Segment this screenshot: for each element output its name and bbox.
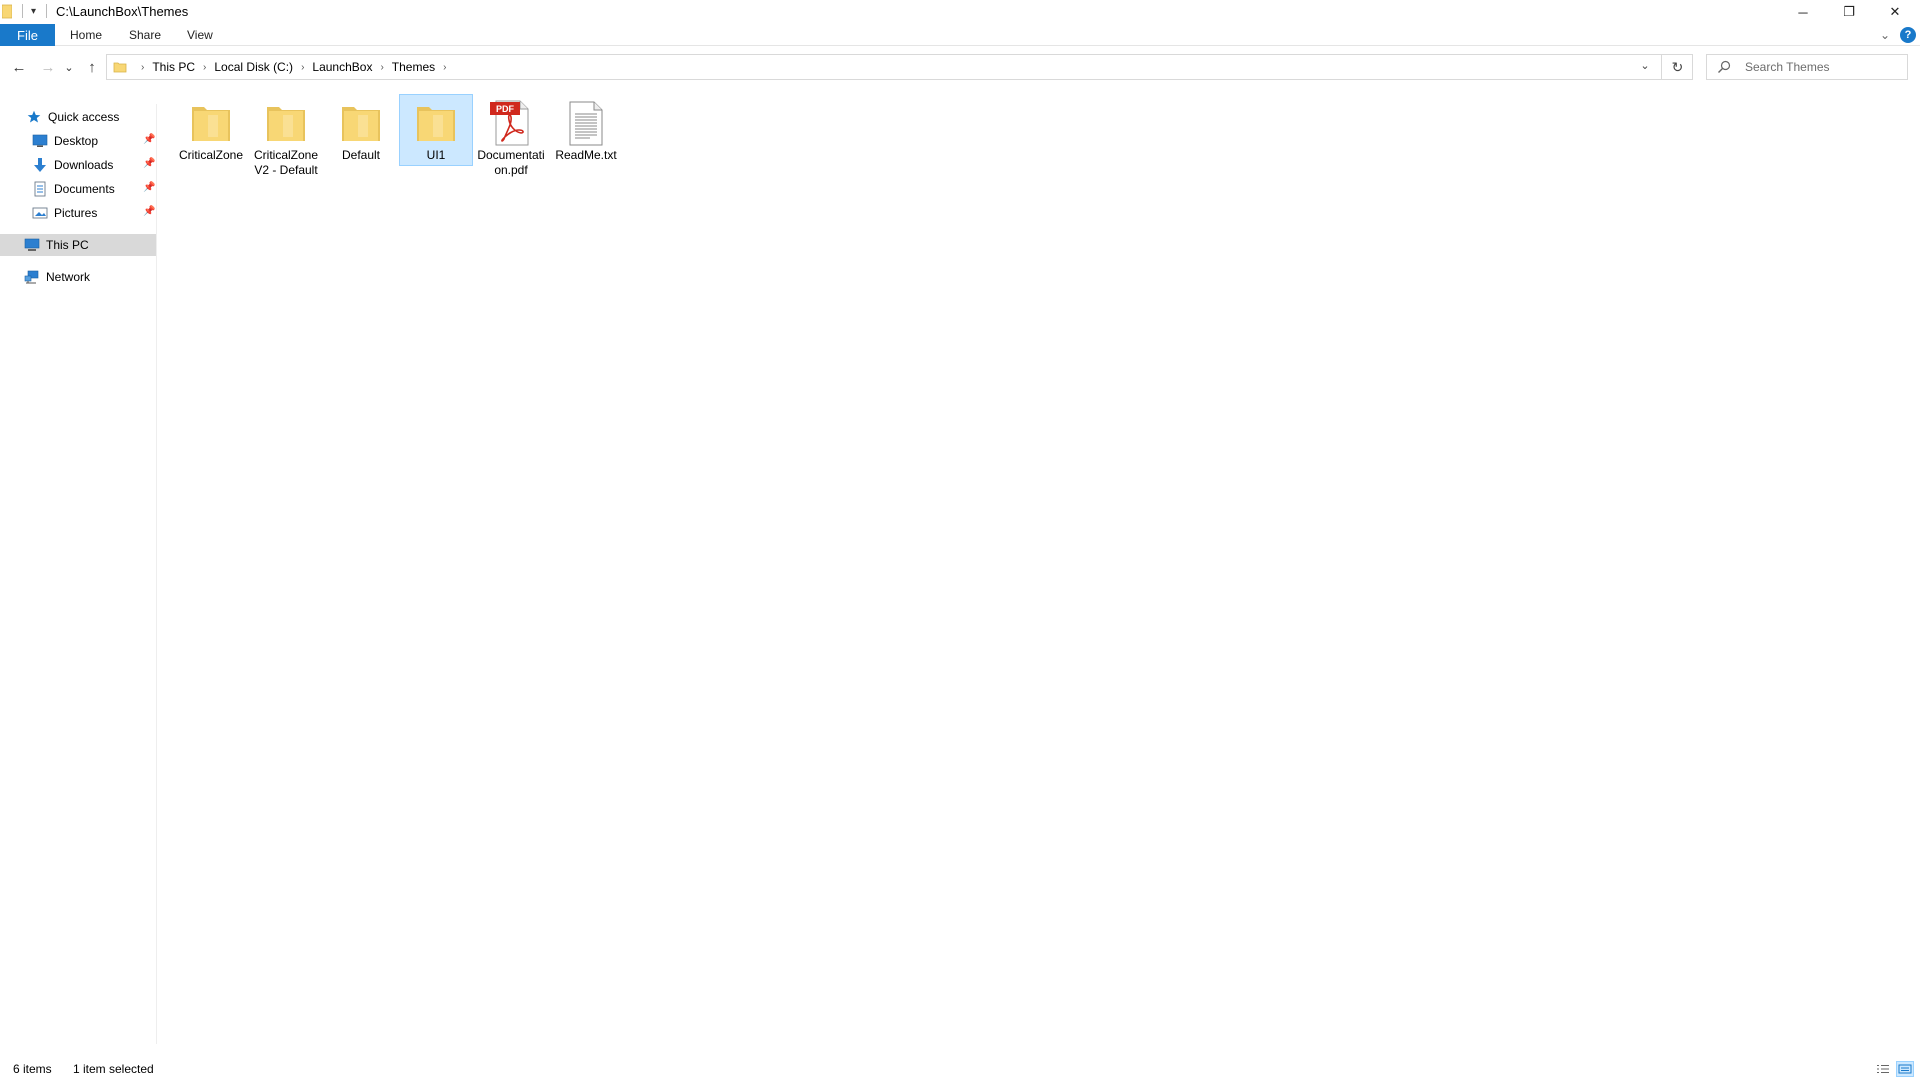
forward-button[interactable]: → (37, 56, 59, 78)
item-count: 6 items (13, 1062, 52, 1076)
downloads-icon (32, 157, 48, 173)
ribbon: File Home Share View ⌄ ? (0, 24, 1920, 46)
window-title: C:\LaunchBox\Themes (56, 4, 189, 19)
pin-icon[interactable]: 📌 (143, 206, 155, 217)
pin-icon[interactable]: 📌 (143, 182, 155, 193)
chevron-right-icon[interactable]: › (301, 62, 304, 73)
sidebar-item-label: Downloads (54, 158, 114, 172)
large-icons-view-button[interactable] (1896, 1061, 1914, 1077)
help-button[interactable]: ? (1900, 27, 1916, 43)
folder-icon (412, 99, 460, 147)
pin-icon[interactable]: 📌 (143, 134, 155, 145)
sidebar-item-quick-access[interactable]: Quick access (26, 106, 119, 128)
sidebar-item-this-pc[interactable]: This PC (0, 234, 156, 256)
file-item-default[interactable]: Default (324, 94, 398, 166)
file-item-readme-txt[interactable]: ReadMe.txt (549, 94, 623, 166)
details-view-button[interactable] (1874, 1061, 1892, 1077)
file-name: Documentation.pdf (477, 148, 545, 177)
chevron-right-icon[interactable]: › (380, 62, 383, 73)
close-button[interactable]: ✕ (1872, 0, 1918, 24)
breadcrumb-launchbox[interactable]: LaunchBox (312, 60, 372, 74)
tab-home[interactable]: Home (70, 24, 102, 46)
address-dropdown-icon[interactable]: ⌄ (1637, 59, 1653, 72)
large-icons-view-icon (1898, 1064, 1912, 1074)
selection-count: 1 item selected (73, 1062, 154, 1076)
file-item-documentation-pdf[interactable]: PDF Documentation.pdf (474, 94, 548, 181)
breadcrumb: › This PC › Local Disk (C:) › LaunchBox … (133, 55, 455, 79)
refresh-button[interactable]: ↻ (1661, 55, 1693, 79)
breadcrumb-local-disk[interactable]: Local Disk (C:) (214, 60, 293, 74)
text-file-icon (562, 99, 610, 147)
folder-icon (187, 99, 235, 147)
up-button[interactable]: ↑ (81, 56, 103, 78)
file-item-criticalzone[interactable]: CriticalZone (174, 94, 248, 166)
title-separator (46, 4, 47, 18)
folder-icon (262, 99, 310, 147)
back-button[interactable]: ← (8, 56, 30, 78)
status-bar: 6 items 1 item selected (0, 1058, 1920, 1080)
file-name: ReadMe.txt (555, 148, 617, 162)
sidebar-item-label: Pictures (54, 206, 98, 220)
pictures-icon (32, 205, 48, 221)
sidebar-item-documents[interactable]: Documents (32, 178, 115, 200)
tab-file[interactable]: File (0, 24, 55, 46)
recent-locations-button[interactable]: ⌄ (62, 56, 76, 78)
sidebar-item-desktop[interactable]: Desktop (32, 130, 98, 152)
file-item-ui1[interactable]: UI1 (399, 94, 473, 166)
sidebar-item-label: Desktop (54, 134, 99, 148)
folder-icon (337, 99, 385, 147)
quick-access-toolbar-dropdown-icon[interactable]: ▾ (31, 6, 36, 17)
pdf-file-icon: PDF (487, 99, 535, 147)
chevron-right-icon[interactable]: › (443, 62, 446, 73)
title-bar: ▾ C:\LaunchBox\Themes ─ ❐ ✕ (0, 0, 1920, 24)
folder-icon (2, 4, 12, 19)
file-list: CriticalZone CriticalZoneV2 - Default De… (158, 84, 1920, 1044)
file-name: UI1 (426, 148, 446, 162)
expand-ribbon-icon[interactable]: ⌄ (1880, 28, 1890, 42)
address-bar[interactable]: › This PC › Local Disk (C:) › LaunchBox … (106, 54, 1693, 80)
chevron-right-icon[interactable]: › (141, 62, 144, 73)
title-separator (22, 4, 23, 18)
file-item-criticalzonev2-default[interactable]: CriticalZoneV2 - Default (249, 94, 323, 181)
search-box[interactable] (1706, 54, 1908, 80)
navigation-pane: Quick access Desktop 📌 Downloads 📌 Docum… (0, 104, 157, 1044)
search-icon (1718, 60, 1731, 73)
breadcrumb-themes[interactable]: Themes (392, 60, 435, 74)
sidebar-item-downloads[interactable]: Downloads (32, 154, 113, 176)
chevron-right-icon[interactable]: › (203, 62, 206, 73)
file-name: CriticalZone (178, 148, 244, 162)
restore-button[interactable]: ❐ (1826, 0, 1872, 24)
pdf-badge: PDF (496, 104, 515, 114)
network-icon (24, 269, 40, 285)
sidebar-item-pictures[interactable]: Pictures (32, 202, 97, 224)
tab-view[interactable]: View (187, 24, 213, 46)
sidebar-item-network[interactable]: Network (24, 266, 90, 288)
pin-icon[interactable]: 📌 (143, 158, 155, 169)
search-input[interactable] (1745, 58, 1905, 76)
sidebar-item-label: Quick access (48, 110, 120, 124)
breadcrumb-this-pc[interactable]: This PC (152, 60, 195, 74)
file-name: Default (341, 148, 381, 162)
sidebar-item-label: Network (46, 270, 91, 284)
details-view-icon (1877, 1065, 1889, 1073)
star-icon (26, 109, 42, 125)
computer-icon (24, 237, 40, 253)
desktop-icon (32, 133, 48, 149)
documents-icon (32, 181, 48, 197)
minimize-button[interactable]: ─ (1780, 0, 1826, 24)
folder-icon (113, 62, 127, 73)
sidebar-item-label: This PC (46, 238, 89, 252)
navigation-bar: ← → ⌄ ↑ › This PC › Local Disk (C:) › La… (0, 50, 1920, 84)
sidebar-item-label: Documents (54, 182, 115, 196)
file-name: CriticalZoneV2 - Default (253, 148, 319, 177)
tab-share[interactable]: Share (129, 24, 161, 46)
